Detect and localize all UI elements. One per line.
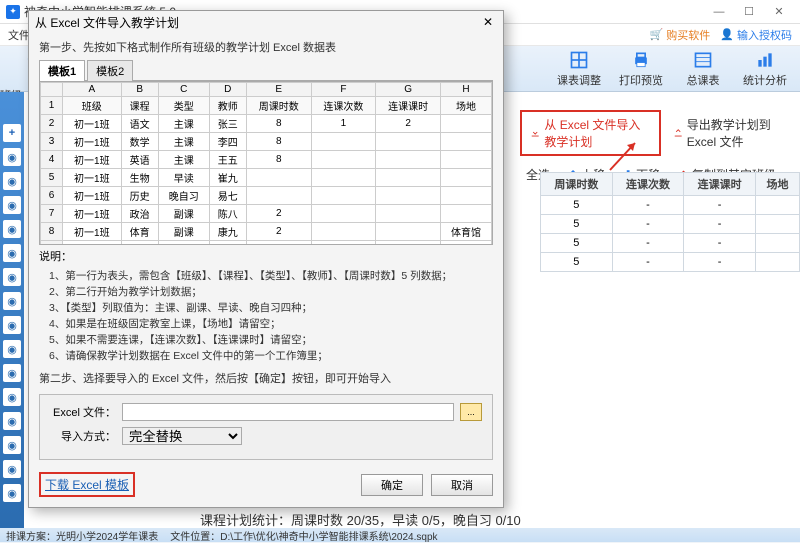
- import-dialog: 从 Excel 文件导入教学计划 ✕ 第一步、先按如下格式制作所有班级的教学计划…: [28, 10, 504, 508]
- grid-icon: [569, 50, 589, 70]
- note-item: 6、请确保教学计划数据在 Excel 文件中的第一个工作簿里；: [49, 348, 493, 363]
- close-button[interactable]: ✕: [764, 2, 794, 22]
- import-excel-button[interactable]: 从 Excel 文件导入教学计划: [520, 110, 661, 156]
- app-logo-icon: ✦: [6, 5, 20, 19]
- side-item-2[interactable]: ◉: [3, 172, 21, 190]
- toolbar-preview[interactable]: 打印预览: [610, 48, 672, 90]
- cancel-button[interactable]: 取消: [431, 474, 493, 496]
- side-item-4[interactable]: ◉: [3, 220, 21, 238]
- import-mode-select[interactable]: 完全替换: [122, 427, 242, 445]
- notes-label: 说明：: [39, 248, 493, 264]
- excel-grid[interactable]: ABCDEFGH1班级课程类型教师周课时数连课次数连课课时场地2初一1班语文主课…: [39, 81, 493, 245]
- note-item: 5、如果不需要连课，【连课次数】、【连课课时】请留空；: [49, 332, 493, 347]
- template-tabs: 模板1 模板2: [39, 59, 493, 81]
- table-row: 5--: [541, 253, 800, 272]
- status-bar: 排课方案：光明小学2024学年课表 文件位置：D:\工作\优化\神奇中小学智能排…: [0, 528, 800, 542]
- dialog-footer: 下载 Excel 模板 确定 取消: [29, 466, 503, 507]
- menu-file[interactable]: 文件: [8, 27, 30, 43]
- table-row: 5--: [541, 215, 800, 234]
- side-item-10[interactable]: ◉: [3, 364, 21, 382]
- enter-auth-link[interactable]: 👤 输入授权码: [720, 27, 792, 43]
- tab-template1[interactable]: 模板1: [39, 60, 85, 81]
- browse-button[interactable]: ...: [460, 403, 482, 421]
- import-icon: [530, 126, 540, 140]
- note-item: 3、【类型】列取值为：主课、副课、早读、晚自习四种；: [49, 300, 493, 315]
- status-path: 文件位置：D:\工作\优化\神奇中小学智能排课系统\2024.sqpk: [170, 528, 437, 543]
- step2-box: Excel 文件： ... 导入方式： 完全替换: [39, 394, 493, 460]
- export-icon: [673, 126, 683, 140]
- col-periods: 周课时数: [541, 173, 613, 196]
- step2-label: 第二步、选择要导入的 Excel 文件，然后按【确定】按钮，即可开始导入: [39, 370, 493, 386]
- side-item-11[interactable]: ◉: [3, 388, 21, 406]
- note-item: 2、第二行开始为教学计划数据；: [49, 284, 493, 299]
- download-template-link[interactable]: 下载 Excel 模板: [39, 472, 135, 497]
- step1-label: 第一步、先按如下格式制作所有班级的教学计划 Excel 数据表: [39, 39, 493, 55]
- dialog-titlebar: 从 Excel 文件导入教学计划 ✕: [29, 11, 503, 33]
- col-links: 连课次数: [612, 173, 684, 196]
- import-mode-label: 导入方式：: [50, 428, 116, 444]
- right-table: 周课时数 连课次数 连课课时 场地 5-- 5-- 5-- 5--: [540, 172, 800, 272]
- side-item-13[interactable]: ◉: [3, 436, 21, 454]
- side-item-14[interactable]: ◉: [3, 460, 21, 478]
- side-item-8[interactable]: ◉: [3, 316, 21, 334]
- side-item-3[interactable]: ◉: [3, 196, 21, 214]
- excel-file-input[interactable]: [122, 403, 454, 421]
- toolbar-analysis[interactable]: 统计分析: [734, 48, 796, 90]
- notes-list: 1、第一行为表头，需包含【班级】、【课程】、【类型】、【教师】、【周课时数】5 …: [49, 268, 493, 364]
- toolbar-master[interactable]: 总课表: [672, 48, 734, 90]
- side-item-9[interactable]: ◉: [3, 340, 21, 358]
- side-strip: + ◉ ◉ ◉ ◉ ◉ ◉ ◉ ◉ ◉ ◉ ◉ ◉ ◉ ◉ ◉: [0, 92, 24, 528]
- status-plan: 排课方案：光明小学2024学年课表: [6, 528, 158, 543]
- side-item-6[interactable]: ◉: [3, 268, 21, 286]
- side-add-button[interactable]: +: [3, 124, 21, 142]
- chart-icon: [755, 50, 775, 70]
- side-item-15[interactable]: ◉: [3, 484, 21, 502]
- col-venue: 场地: [755, 173, 799, 196]
- side-item-5[interactable]: ◉: [3, 244, 21, 262]
- minimize-button[interactable]: —: [704, 2, 734, 22]
- ok-button[interactable]: 确定: [361, 474, 423, 496]
- table-row: 5--: [541, 234, 800, 253]
- stats-text: 课程计划统计：周课时数 20/35，早读 0/5，晚自习 0/10: [200, 510, 521, 529]
- side-item-1[interactable]: ◉: [3, 148, 21, 166]
- excel-file-label: Excel 文件：: [50, 404, 116, 420]
- cart-icon: 🛒: [650, 28, 664, 41]
- export-excel-button[interactable]: 导出教学计划到 Excel 文件: [667, 112, 800, 154]
- table-icon: [693, 50, 713, 70]
- printer-icon: [631, 50, 651, 70]
- dialog-close-button[interactable]: ✕: [479, 15, 497, 29]
- user-icon: 👤: [720, 28, 734, 41]
- toolbar-adjust[interactable]: 课表调整: [548, 48, 610, 90]
- maximize-button[interactable]: ☐: [734, 2, 764, 22]
- tab-template2[interactable]: 模板2: [87, 60, 133, 81]
- col-linktime: 连课课时: [684, 173, 756, 196]
- note-item: 1、第一行为表头，需包含【班级】、【课程】、【类型】、【教师】、【周课时数】5 …: [49, 268, 493, 283]
- buy-software-link[interactable]: 🛒 购买软件: [650, 27, 711, 43]
- side-item-12[interactable]: ◉: [3, 412, 21, 430]
- side-item-7[interactable]: ◉: [3, 292, 21, 310]
- table-row: 5--: [541, 196, 800, 215]
- note-item: 4、如果是在班级固定教室上课，【场地】请留空；: [49, 316, 493, 331]
- dialog-title: 从 Excel 文件导入教学计划: [35, 14, 479, 31]
